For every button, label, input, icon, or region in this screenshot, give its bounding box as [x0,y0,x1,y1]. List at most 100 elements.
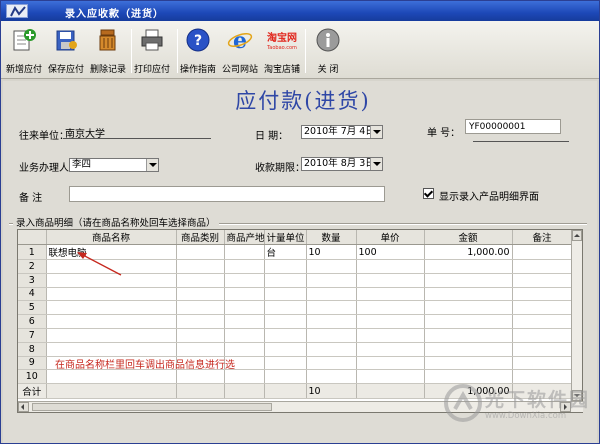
table-cell[interactable] [264,342,307,357]
table-cell[interactable] [512,273,573,288]
grid-header-cell[interactable]: 计量单位 [264,230,307,245]
table-cell[interactable] [306,259,357,274]
table-row[interactable]: 7 [18,328,573,343]
grid-header-cell[interactable]: 商品类别 [176,230,225,245]
partner-field[interactable]: 南京大学 [63,125,211,140]
table-cell[interactable] [176,259,225,274]
table-cell[interactable] [264,287,307,302]
table-cell[interactable] [356,300,425,316]
table-row[interactable]: 4 [18,287,573,302]
table-cell[interactable] [224,273,265,288]
table-cell[interactable] [356,369,425,385]
table-cell[interactable] [264,369,307,385]
table-cell[interactable] [264,356,307,371]
delete-record-button[interactable]: 删除记录 [85,25,131,77]
print-payable-button[interactable]: 打印应付 [129,25,175,77]
table-row[interactable]: 5 [18,300,573,316]
table-cell[interactable] [224,300,265,316]
guide-button[interactable]: ? 操作指南 [175,25,221,77]
table-cell[interactable] [176,287,225,302]
table-cell[interactable] [356,342,425,357]
save-payable-button[interactable]: 保存应付 [43,25,89,77]
table-cell[interactable]: 台 [264,244,307,260]
table-cell[interactable] [424,273,513,288]
table-row[interactable]: 3 [18,273,573,288]
chevron-down-icon[interactable] [370,126,382,138]
table-cell[interactable] [424,356,513,371]
grid-header-cell[interactable]: 金额 [424,230,513,245]
table-cell[interactable] [46,369,177,385]
table-cell[interactable] [306,369,357,385]
show-detail-checkbox[interactable] [423,188,434,199]
table-cell[interactable]: 1,000.00 [424,244,513,260]
new-payable-button[interactable]: 新增应付 [1,25,47,77]
table-cell[interactable] [176,314,225,329]
scroll-up-icon[interactable] [572,230,582,241]
table-cell[interactable] [306,273,357,288]
table-cell[interactable] [264,273,307,288]
due-date-picker[interactable]: 2010年 8月 3日 [301,157,383,171]
table-cell[interactable] [512,287,573,302]
table-cell[interactable] [356,314,425,329]
table-cell[interactable] [46,314,177,329]
table-cell[interactable] [176,244,225,260]
table-cell[interactable] [424,342,513,357]
table-cell[interactable] [356,287,425,302]
table-cell[interactable] [224,259,265,274]
table-cell[interactable] [46,287,177,302]
taobao-shop-button[interactable]: 淘宝网 Taobao.com 淘宝店铺 [259,25,305,77]
chevron-down-icon[interactable] [370,158,382,170]
table-cell[interactable] [424,300,513,316]
table-cell[interactable] [306,356,357,371]
table-cell[interactable] [224,369,265,385]
table-cell[interactable]: 100 [356,244,425,260]
table-cell[interactable] [224,244,265,260]
table-cell[interactable] [356,356,425,371]
table-cell[interactable] [356,328,425,343]
table-cell[interactable] [46,300,177,316]
table-cell[interactable] [176,273,225,288]
table-cell[interactable] [176,342,225,357]
table-cell[interactable] [356,273,425,288]
scroll-left-icon[interactable] [18,402,29,412]
table-cell[interactable] [224,287,265,302]
docno-field[interactable]: YF00000001 [465,119,561,134]
table-cell[interactable] [424,328,513,343]
chevron-down-icon[interactable] [146,159,158,171]
table-cell[interactable] [424,287,513,302]
table-cell[interactable] [512,300,573,316]
table-cell[interactable] [264,328,307,343]
table-row[interactable]: 2 [18,259,573,274]
grid-header-cell[interactable]: 备注 [512,230,573,245]
table-cell[interactable] [424,314,513,329]
grid-header-cell[interactable]: 单价 [356,230,425,245]
table-cell[interactable] [512,356,573,371]
table-cell[interactable] [264,314,307,329]
remark-input[interactable] [69,186,385,202]
table-cell[interactable] [264,300,307,316]
table-cell[interactable] [224,342,265,357]
close-button[interactable]: 关 闭 [305,25,351,77]
grid-header-cell[interactable]: 商品名称 [46,230,177,245]
company-site-button[interactable]: e 公司网站 [217,25,263,77]
table-cell[interactable]: 联想电脑 [46,244,177,260]
table-cell[interactable] [512,259,573,274]
table-cell[interactable] [176,369,225,385]
table-cell[interactable] [176,328,225,343]
table-cell[interactable] [46,259,177,274]
table-cell[interactable] [306,287,357,302]
title-bar[interactable]: 录入应收款（进货） [1,1,599,21]
table-cell[interactable] [224,328,265,343]
grid-header-cell[interactable]: 商品产地 [224,230,265,245]
grid-header-cell[interactable]: 数量 [306,230,357,245]
table-cell[interactable] [264,259,307,274]
table-cell[interactable] [224,314,265,329]
table-cell[interactable] [512,244,573,260]
table-cell[interactable] [306,342,357,357]
handler-select[interactable]: 李四 [69,158,159,172]
table-cell[interactable] [46,273,177,288]
table-cell[interactable] [306,300,357,316]
table-cell[interactable] [46,342,177,357]
table-row[interactable]: 8 [18,342,573,357]
table-cell[interactable] [512,328,573,343]
